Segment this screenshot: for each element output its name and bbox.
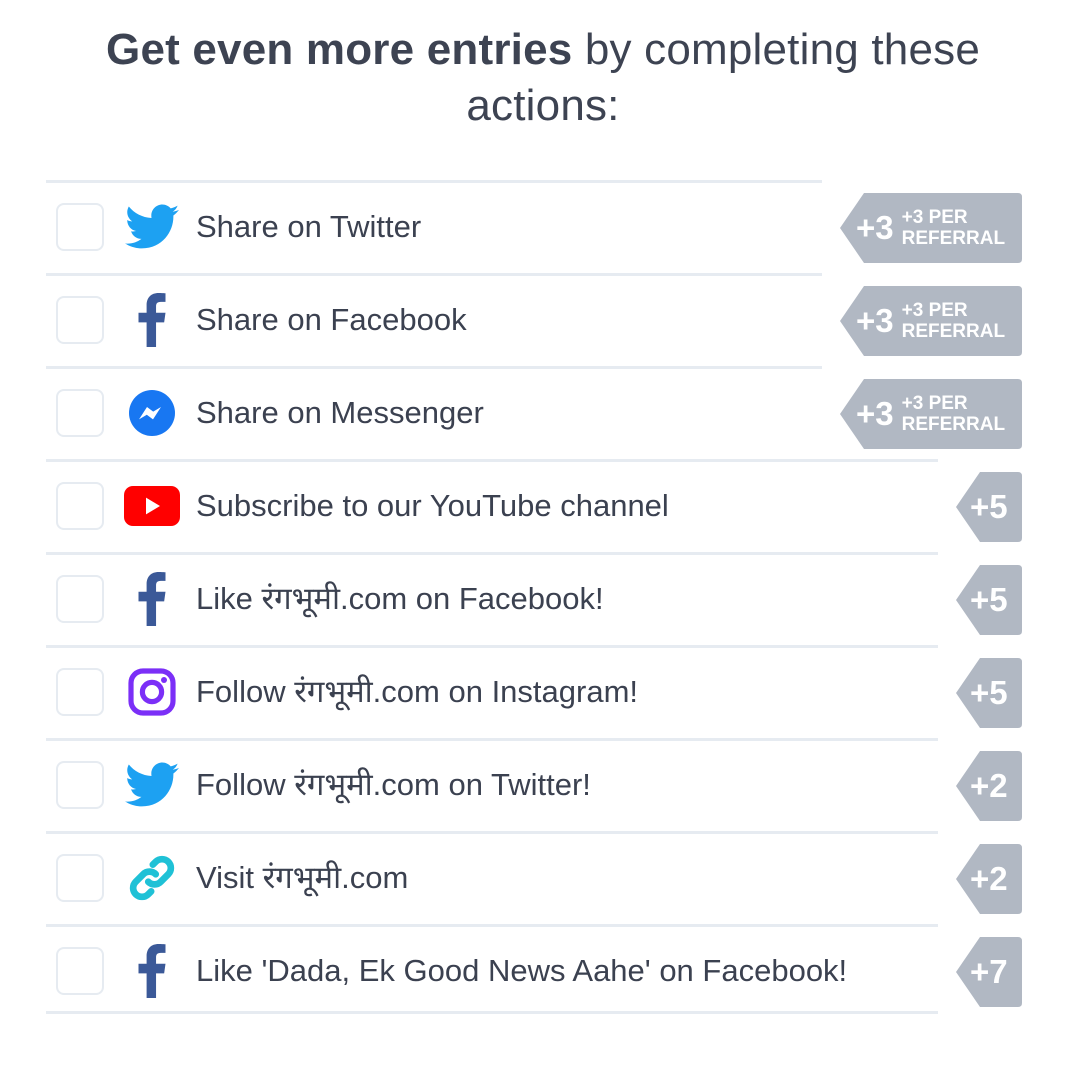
- action-checkbox[interactable]: [56, 203, 104, 251]
- points-badge: +3 +3 PER REFERRAL: [840, 193, 1022, 263]
- action-checkbox[interactable]: [56, 668, 104, 716]
- twitter-icon: [124, 201, 180, 253]
- action-checkbox[interactable]: [56, 575, 104, 623]
- points-badge: +7: [956, 937, 1022, 1007]
- referral-bonus: +3 PER REFERRAL: [902, 393, 1005, 435]
- action-row[interactable]: Visit रंगभूमी.com: [46, 831, 938, 921]
- action-label: Share on Twitter: [196, 209, 422, 244]
- action-label: Like रंगभूमी.com on Facebook!: [196, 581, 604, 616]
- referral-line-1: +3 PER: [901, 207, 968, 228]
- referral-line-2: REFERRAL: [901, 414, 1006, 435]
- referral-bonus: +3 PER REFERRAL: [902, 300, 1005, 342]
- action-label: Follow रंगभूमी.com on Twitter!: [196, 767, 591, 802]
- action-label: Like 'Dada, Ek Good News Aahe' on Facebo…: [196, 953, 848, 988]
- referral-line-1: +3 PER: [901, 300, 968, 321]
- referral-line-1: +3 PER: [901, 393, 968, 414]
- action-row[interactable]: Like 'Dada, Ek Good News Aahe' on Facebo…: [46, 924, 938, 1014]
- referral-line-2: REFERRAL: [901, 228, 1006, 249]
- action-label: Share on Facebook: [196, 302, 467, 337]
- facebook-icon: [124, 572, 180, 626]
- facebook-icon: [124, 944, 180, 998]
- action-checkbox[interactable]: [56, 947, 104, 995]
- points-value: +3: [856, 395, 894, 432]
- points-badge: +5: [956, 472, 1022, 542]
- instagram-icon: [124, 666, 180, 718]
- action-label: Visit रंगभूमी.com: [196, 860, 409, 895]
- twitter-icon: [124, 759, 180, 811]
- action-label: Subscribe to our YouTube channel: [196, 488, 669, 523]
- page-heading: Get even more entries by completing thes…: [40, 22, 1046, 134]
- heading-bold: Get even more entries: [106, 25, 573, 74]
- action-row[interactable]: Subscribe to our YouTube channel: [46, 459, 938, 549]
- points-value: +7: [970, 953, 1008, 990]
- points-value: +3: [856, 209, 894, 246]
- points-value: +5: [970, 488, 1008, 525]
- messenger-icon: [124, 387, 180, 439]
- points-value: +5: [970, 674, 1008, 711]
- action-checkbox[interactable]: [56, 482, 104, 530]
- points-badge: +2: [956, 751, 1022, 821]
- link-icon: [124, 852, 180, 904]
- points-badge: +5: [956, 658, 1022, 728]
- points-badge: +5: [956, 565, 1022, 635]
- points-badge: +3 +3 PER REFERRAL: [840, 379, 1022, 449]
- action-label: Follow रंगभूमी.com on Instagram!: [196, 674, 639, 709]
- action-row[interactable]: Like रंगभूमी.com on Facebook!: [46, 552, 938, 642]
- action-row[interactable]: Follow रंगभूमी.com on Instagram!: [46, 645, 938, 735]
- action-label: Share on Messenger: [196, 395, 484, 430]
- points-badge: +3 +3 PER REFERRAL: [840, 286, 1022, 356]
- action-row[interactable]: Share on Twitter: [46, 180, 822, 270]
- points-value: +2: [970, 860, 1008, 897]
- action-row[interactable]: Share on Messenger: [46, 366, 822, 456]
- action-checkbox[interactable]: [56, 854, 104, 902]
- points-value: +2: [970, 767, 1008, 804]
- points-value: +5: [970, 581, 1008, 618]
- action-row[interactable]: Follow रंगभूमी.com on Twitter!: [46, 738, 938, 828]
- points-value: +3: [856, 302, 894, 339]
- youtube-icon: [124, 480, 180, 532]
- action-checkbox[interactable]: [56, 761, 104, 809]
- action-checkbox[interactable]: [56, 296, 104, 344]
- action-row[interactable]: Share on Facebook: [46, 273, 822, 363]
- action-checkbox[interactable]: [56, 389, 104, 437]
- points-badge: +2: [956, 844, 1022, 914]
- referral-bonus: +3 PER REFERRAL: [902, 207, 1005, 249]
- referral-line-2: REFERRAL: [901, 321, 1006, 342]
- facebook-icon: [124, 293, 180, 347]
